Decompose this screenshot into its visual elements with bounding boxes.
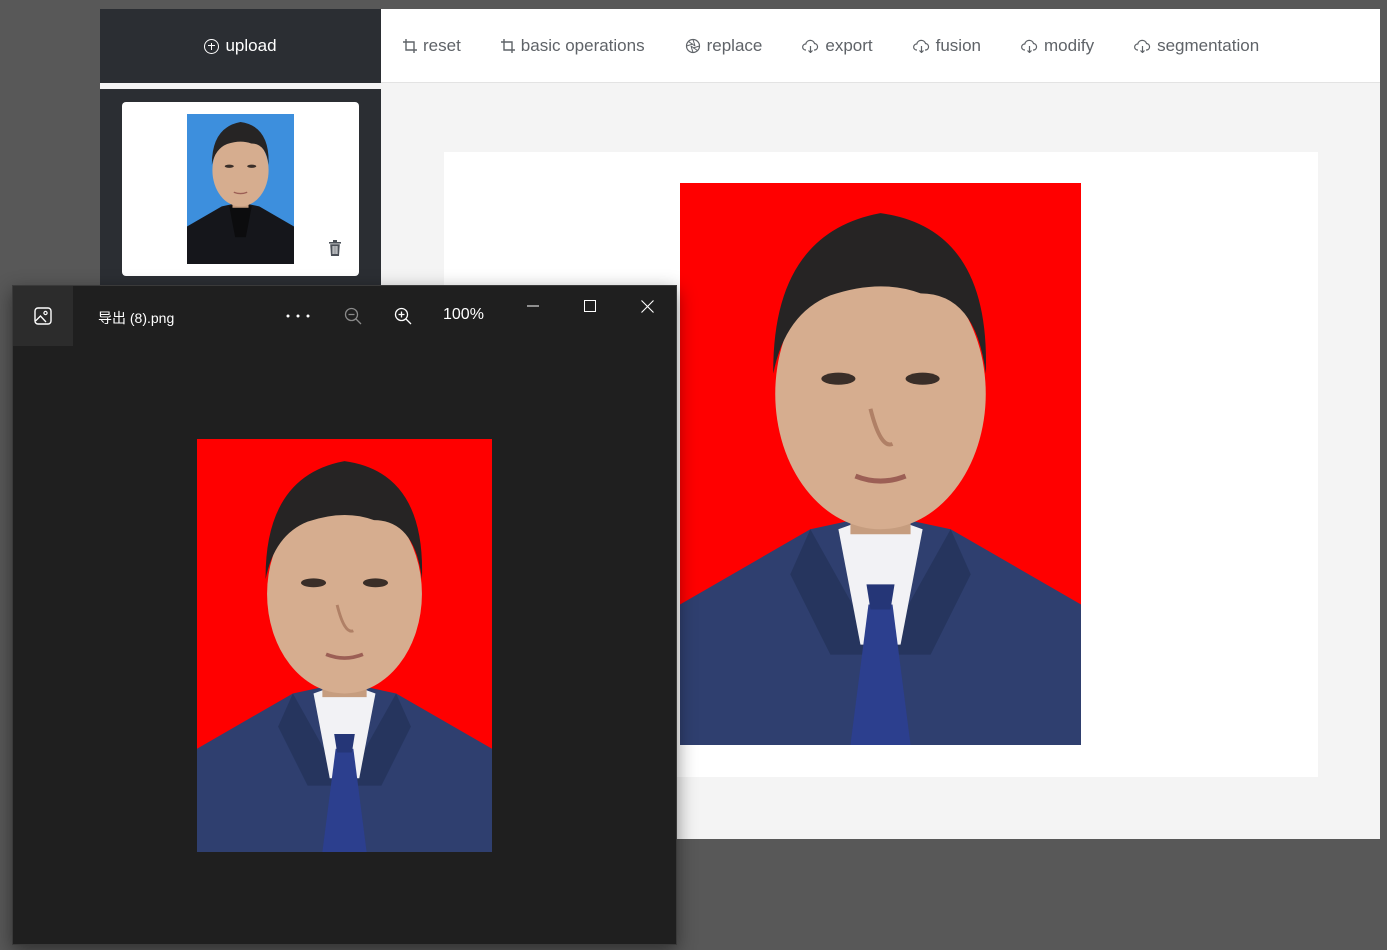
- aperture-icon: [685, 38, 700, 53]
- export-label: export: [825, 35, 873, 55]
- reset-button[interactable]: reset: [403, 36, 461, 56]
- maximize-button[interactable]: [570, 286, 610, 326]
- modify-button[interactable]: modify: [1021, 36, 1094, 56]
- thumbnail-card[interactable]: [122, 102, 359, 276]
- segmentation-button[interactable]: segmentation: [1134, 36, 1259, 56]
- fusion-button[interactable]: fusion: [912, 35, 981, 56]
- replace-label: replace: [706, 35, 763, 55]
- basic-operations-button[interactable]: basic operations: [500, 35, 645, 56]
- thumbnail-image[interactable]: [187, 114, 294, 264]
- cloud-download-icon: [912, 39, 929, 53]
- zoom-level: 100%: [443, 306, 484, 323]
- zoom-in-icon: [394, 307, 412, 325]
- crop-icon: [500, 38, 515, 53]
- replace-button[interactable]: replace: [685, 35, 763, 56]
- trash-icon[interactable]: [329, 240, 341, 256]
- more-options-button[interactable]: [283, 296, 313, 336]
- maximize-icon: [584, 300, 596, 312]
- reset-label: reset: [423, 35, 461, 55]
- viewer-file-title: 导出 (8).png: [98, 310, 175, 326]
- modify-label: modify: [1044, 35, 1095, 55]
- basic-operations-label: basic operations: [520, 35, 645, 55]
- photo-viewer-window: 导出 (8).png 100%: [12, 285, 677, 945]
- cloud-download-icon: [802, 39, 819, 53]
- zoom-out-icon: [344, 307, 362, 325]
- viewer-photo[interactable]: [197, 439, 492, 852]
- fusion-label: fusion: [935, 35, 981, 55]
- export-button[interactable]: export: [802, 35, 873, 56]
- minimize-icon: [527, 305, 539, 307]
- viewer-titlebar[interactable]: 导出 (8).png 100%: [13, 286, 678, 346]
- plus-circle-icon: [204, 38, 220, 54]
- toolbar: reset basic operations replace export fu…: [381, 9, 1380, 83]
- zoom-out-button[interactable]: [338, 296, 368, 336]
- sidebar-divider: [100, 83, 381, 89]
- zoom-in-button[interactable]: [388, 296, 418, 336]
- close-button[interactable]: [627, 286, 667, 326]
- cloud-download-icon: [1134, 39, 1151, 53]
- photos-app-icon: [13, 286, 73, 346]
- crop-icon: [403, 38, 417, 53]
- upload-button[interactable]: upload: [100, 9, 381, 83]
- ellipsis-icon: [286, 314, 310, 318]
- edited-photo[interactable]: [680, 183, 1081, 745]
- minimize-button[interactable]: [513, 286, 553, 326]
- upload-label: upload: [225, 36, 277, 55]
- close-icon: [640, 299, 654, 313]
- segmentation-label: segmentation: [1157, 35, 1260, 55]
- cloud-download-icon: [1021, 39, 1038, 53]
